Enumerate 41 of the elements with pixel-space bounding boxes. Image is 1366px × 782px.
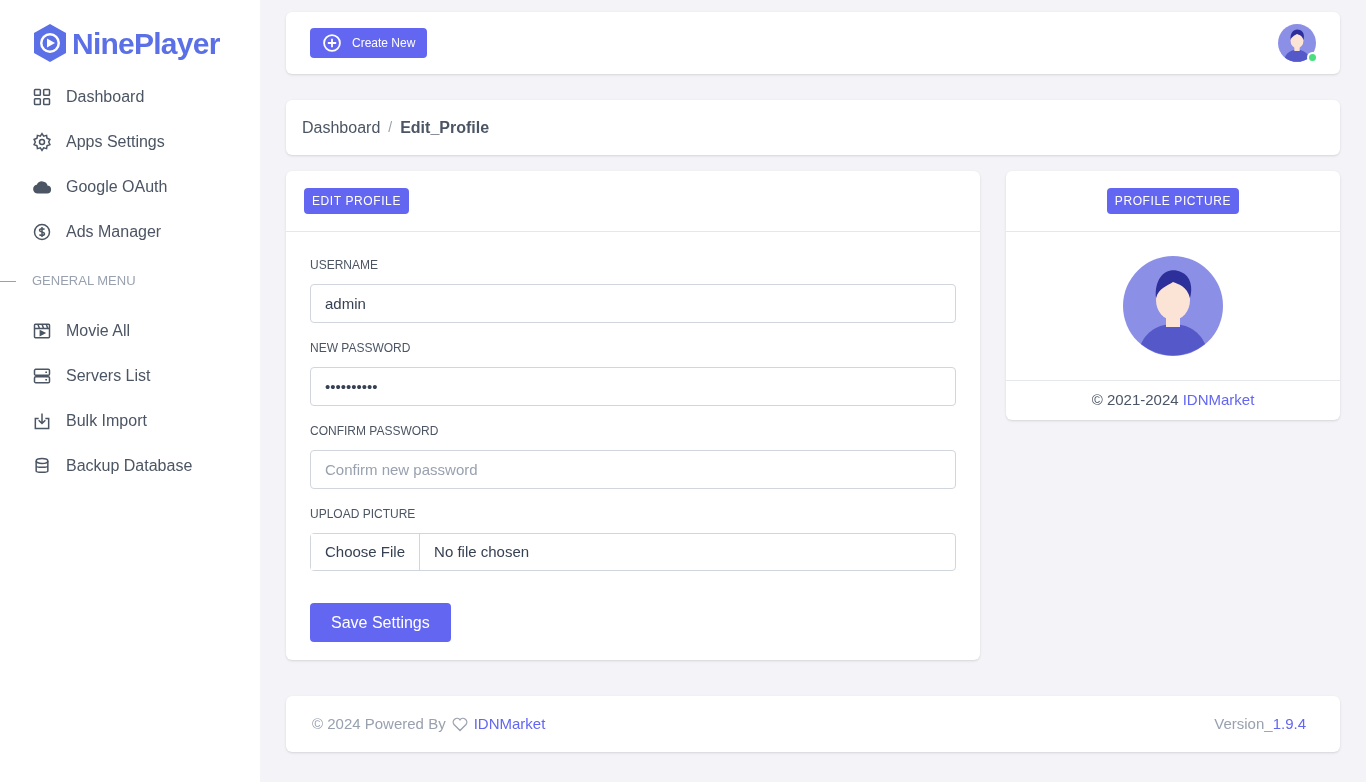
input-field[interactable]: Confirm new password	[310, 450, 956, 489]
version-label: Version_	[1214, 713, 1273, 734]
sidebar-item[interactable]: Ads Manager	[0, 209, 260, 254]
create-new-button[interactable]: Create New	[310, 28, 428, 58]
save-settings-button[interactable]: Save Settings	[310, 603, 451, 642]
database-icon	[32, 455, 52, 476]
sidebar-item[interactable]: Apps Settings	[0, 119, 260, 164]
sidebar-item[interactable]: Backup Database	[0, 443, 260, 488]
sidebar-item[interactable]: Bulk Import	[0, 398, 260, 443]
grid-icon	[32, 86, 52, 107]
input-field[interactable]: ••••••••••	[310, 367, 956, 406]
field-label: USERNAME	[310, 257, 379, 274]
sidebar-item[interactable]: Servers List	[0, 353, 260, 398]
copyright-text: © 2021-2024	[1091, 390, 1179, 411]
field-label: NEW PASSWORD	[310, 340, 412, 357]
settings-icon	[32, 131, 52, 152]
section-badge: PROFILE PICTURE	[1106, 188, 1240, 214]
section-badge: EDIT PROFILE	[304, 188, 409, 214]
section-title: GENERAL MENU	[32, 272, 136, 291]
play-logo-icon	[32, 23, 68, 63]
field-label: UPLOAD PICTURE	[310, 506, 417, 523]
version-number: 1.9.4	[1272, 713, 1306, 734]
idnmarket-link[interactable]: IDNMarket	[1182, 389, 1255, 412]
input-field[interactable]: admin	[310, 284, 956, 323]
field-label: CONFIRM PASSWORD	[310, 423, 440, 440]
breadcrumb-separator: /	[388, 118, 393, 137]
dollar-circle-icon	[32, 221, 52, 242]
logo-text: NinePlayer	[72, 25, 220, 62]
sidebar-item[interactable]: Google OAuth	[0, 164, 260, 209]
breadcrumb-item: Edit_Profile	[400, 117, 490, 138]
powered-by-text: © 2024 Powered By	[312, 713, 446, 734]
choose-file-button[interactable]: Choose File	[311, 534, 421, 570]
user-avatar[interactable]	[1278, 24, 1316, 62]
idnmarket-link[interactable]: IDNMarket	[473, 712, 546, 736]
sidebar-item[interactable]: Movie All	[0, 308, 260, 353]
file-status: No file chosen	[433, 541, 531, 562]
plus-circle-icon	[322, 33, 342, 53]
breadcrumb-item[interactable]: Dashboard	[302, 115, 381, 140]
sidebar-item[interactable]: Dashboard	[0, 74, 260, 119]
file-input-field[interactable]: Choose File No file chosen	[310, 533, 956, 571]
heart-icon	[451, 716, 468, 732]
